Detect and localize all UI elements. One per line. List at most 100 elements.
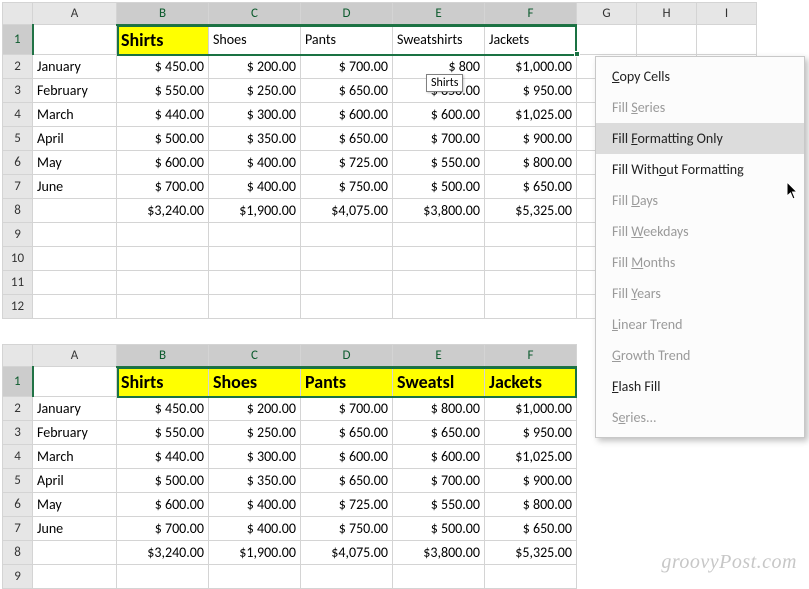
cell[interactable]: March bbox=[33, 445, 117, 469]
row-header-7[interactable]: 7 bbox=[3, 517, 33, 541]
col-header-h[interactable]: H bbox=[637, 3, 697, 25]
col-header-f[interactable]: F bbox=[485, 345, 577, 367]
col-header-a[interactable]: A bbox=[33, 3, 117, 25]
row-header-8[interactable]: 8 bbox=[3, 199, 33, 223]
cell[interactable] bbox=[301, 295, 393, 319]
cell[interactable] bbox=[33, 199, 117, 223]
cell[interactable] bbox=[577, 25, 637, 55]
cell[interactable]: $ 600.00 bbox=[117, 151, 209, 175]
cell[interactable]: $ 650.00 bbox=[301, 127, 393, 151]
row-header-7[interactable]: 7 bbox=[3, 175, 33, 199]
cell[interactable]: $1,000.00 bbox=[485, 55, 577, 79]
cell[interactable]: $ 700.00 bbox=[117, 517, 209, 541]
cell[interactable]: $ 600.00 bbox=[393, 445, 485, 469]
cell[interactable] bbox=[33, 223, 117, 247]
cell[interactable] bbox=[393, 565, 485, 589]
cell[interactable]: $ 550.00 bbox=[117, 79, 209, 103]
cell[interactable] bbox=[485, 223, 577, 247]
cell[interactable] bbox=[117, 565, 209, 589]
row-header-3[interactable]: 3 bbox=[3, 79, 33, 103]
cell-d1[interactable]: Pants bbox=[301, 367, 393, 397]
menu-flash-fill[interactable]: Flash Fill bbox=[596, 371, 804, 402]
cell[interactable]: $ 700.00 bbox=[117, 175, 209, 199]
cell-b1[interactable]: Shirts bbox=[117, 367, 209, 397]
row-header-5[interactable]: 5 bbox=[3, 127, 33, 151]
cell[interactable]: $ 500.00 bbox=[393, 517, 485, 541]
select-all-corner[interactable] bbox=[3, 345, 33, 367]
cell[interactable]: $ 200.00 bbox=[209, 55, 301, 79]
cell[interactable]: $ 440.00 bbox=[117, 445, 209, 469]
cell[interactable]: $1,900.00 bbox=[209, 199, 301, 223]
cell[interactable]: $ 500.00 bbox=[117, 127, 209, 151]
col-header-b[interactable]: B bbox=[117, 345, 209, 367]
cell[interactable]: $3,240.00 bbox=[117, 199, 209, 223]
cell[interactable] bbox=[485, 247, 577, 271]
cell[interactable]: $ 600.00 bbox=[393, 103, 485, 127]
cell[interactable] bbox=[485, 271, 577, 295]
row-header-4[interactable]: 4 bbox=[3, 103, 33, 127]
cell[interactable]: $ 600.00 bbox=[117, 493, 209, 517]
row-header-1[interactable]: 1 bbox=[3, 367, 33, 397]
cell[interactable]: $ 550.00 bbox=[117, 421, 209, 445]
cell-c1[interactable]: Shoes bbox=[209, 367, 301, 397]
row-header-8[interactable]: 8 bbox=[3, 541, 33, 565]
row-header-2[interactable]: 2 bbox=[3, 55, 33, 79]
cell[interactable]: $ 350.00 bbox=[209, 127, 301, 151]
row-header-12[interactable]: 12 bbox=[3, 295, 33, 319]
cell[interactable]: $ 400.00 bbox=[209, 175, 301, 199]
cell[interactable] bbox=[209, 223, 301, 247]
cell[interactable] bbox=[209, 247, 301, 271]
cell[interactable]: $ 650.00 bbox=[485, 175, 577, 199]
cell[interactable]: June bbox=[33, 517, 117, 541]
cell[interactable]: February bbox=[33, 79, 117, 103]
cell[interactable] bbox=[33, 541, 117, 565]
cell[interactable] bbox=[33, 367, 117, 397]
cell[interactable]: $1,000.00 bbox=[485, 397, 577, 421]
cell[interactable]: $ 700.00 bbox=[301, 55, 393, 79]
cell[interactable]: $ 900.00 bbox=[485, 469, 577, 493]
row-header-4[interactable]: 4 bbox=[3, 445, 33, 469]
cell[interactable]: $ 700.00 bbox=[393, 469, 485, 493]
cell[interactable]: $ 300.00 bbox=[209, 103, 301, 127]
cell[interactable]: $ 800.00 bbox=[485, 493, 577, 517]
cell[interactable]: $3,240.00 bbox=[117, 541, 209, 565]
cell[interactable]: $5,325.00 bbox=[485, 541, 577, 565]
cell[interactable]: February bbox=[33, 421, 117, 445]
cell[interactable] bbox=[33, 271, 117, 295]
cell-b1[interactable]: Shirts bbox=[117, 25, 209, 55]
cell[interactable]: $ 650.00 bbox=[393, 421, 485, 445]
col-header-d[interactable]: D bbox=[301, 345, 393, 367]
cell[interactable]: $ 950.00 bbox=[485, 421, 577, 445]
cell-f1[interactable]: Jackets bbox=[485, 25, 577, 55]
cell[interactable] bbox=[117, 223, 209, 247]
cell[interactable]: March bbox=[33, 103, 117, 127]
cell[interactable]: $3,800.00 bbox=[393, 199, 485, 223]
cell[interactable]: $ 650.00 bbox=[485, 517, 577, 541]
cell[interactable]: $5,325.00 bbox=[485, 199, 577, 223]
cell[interactable]: $ 725.00 bbox=[301, 493, 393, 517]
cell[interactable]: $ 200.00 bbox=[209, 397, 301, 421]
col-header-d[interactable]: D bbox=[301, 3, 393, 25]
row-header-6[interactable]: 6 bbox=[3, 493, 33, 517]
cell[interactable]: May bbox=[33, 493, 117, 517]
cell[interactable]: $ 450.00 bbox=[117, 397, 209, 421]
cell[interactable] bbox=[485, 565, 577, 589]
cell[interactable] bbox=[33, 565, 117, 589]
col-header-e[interactable]: E bbox=[393, 345, 485, 367]
col-header-i[interactable]: I bbox=[697, 3, 757, 25]
cell[interactable] bbox=[697, 25, 757, 55]
cell[interactable]: $ 750.00 bbox=[301, 517, 393, 541]
col-header-a[interactable]: A bbox=[33, 345, 117, 367]
cell[interactable] bbox=[33, 295, 117, 319]
cell[interactable]: $ 500.00 bbox=[117, 469, 209, 493]
cell[interactable]: $ 300.00 bbox=[209, 445, 301, 469]
cell[interactable]: $ 700.00 bbox=[301, 397, 393, 421]
select-all-corner[interactable] bbox=[3, 3, 33, 25]
cell[interactable] bbox=[301, 247, 393, 271]
cell[interactable]: $1,900.00 bbox=[209, 541, 301, 565]
cell[interactable]: $ 550.00 bbox=[393, 151, 485, 175]
cell[interactable]: June bbox=[33, 175, 117, 199]
row-header-9[interactable]: 9 bbox=[3, 565, 33, 589]
cell-e1[interactable]: Sweatsl bbox=[393, 367, 485, 397]
cell[interactable]: $ 725.00 bbox=[301, 151, 393, 175]
